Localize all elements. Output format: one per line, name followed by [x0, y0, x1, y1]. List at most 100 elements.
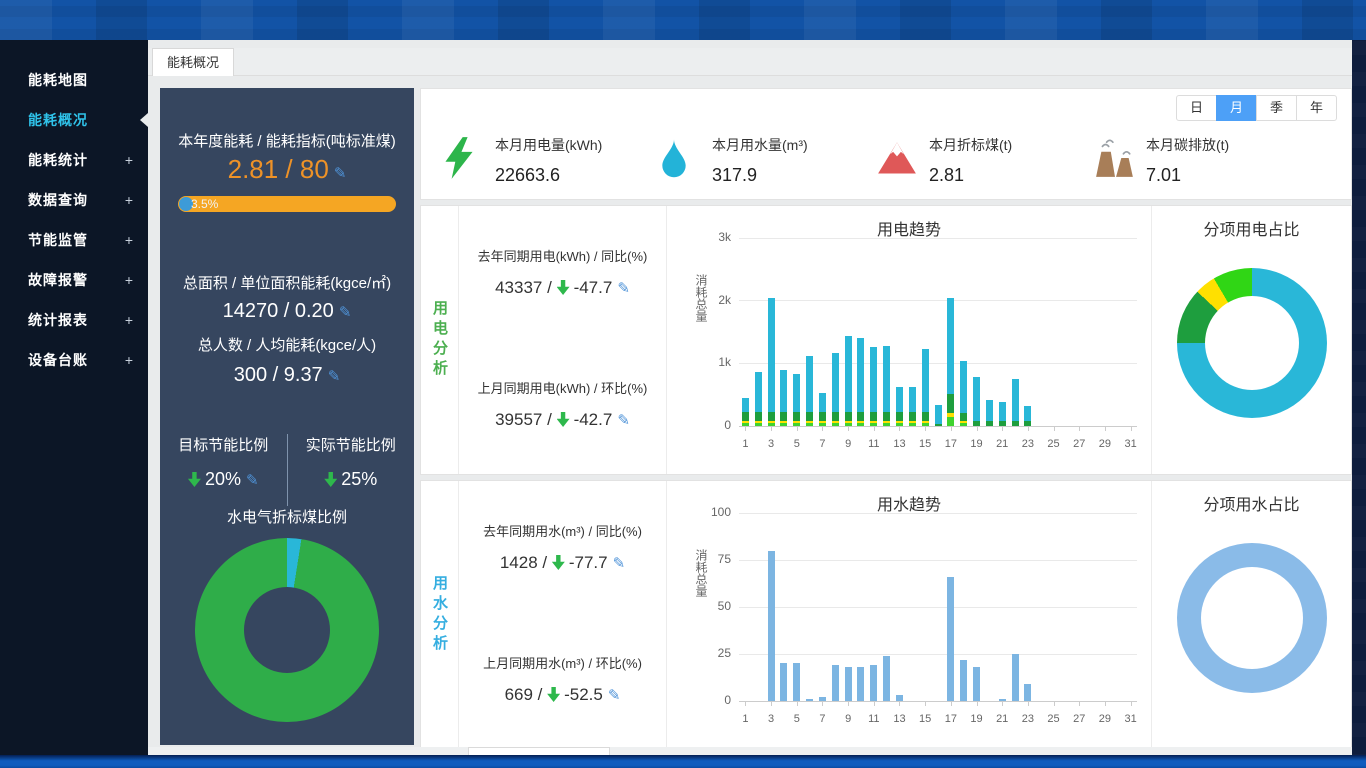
x-axis-tick: [822, 701, 823, 706]
sidebar-item-6[interactable]: 统计报表+: [0, 300, 148, 340]
bar-segment-lightgreen: [768, 423, 775, 426]
lightning-icon: [443, 131, 489, 185]
x-axis-tick-label: 9: [835, 438, 861, 450]
summary-stats-row: 本月用电量(kWh)22663.6本月用水量(m³)317.9本月折标煤(t)2…: [443, 131, 1311, 186]
actual-saving-number: 25%: [341, 469, 377, 489]
electricity-trend-chart: 用电趋势 消耗总量 01k2k3k13579111315171921232527…: [666, 206, 1151, 474]
x-axis-tick: [848, 701, 849, 706]
edit-icon[interactable]: ✎: [246, 472, 259, 489]
sidebar-item-1[interactable]: 能耗概况: [0, 100, 148, 140]
bar-segment-lightgreen: [793, 423, 800, 426]
sidebar-item-4[interactable]: 节能监管+: [0, 220, 148, 260]
edit-icon[interactable]: ✎: [328, 368, 341, 385]
period-button-1[interactable]: 月: [1216, 95, 1257, 121]
bar-segment-cyan: [819, 393, 826, 411]
edit-icon[interactable]: ✎: [608, 687, 621, 704]
top-header-band: [0, 0, 1366, 40]
expand-plus-icon[interactable]: +: [125, 140, 134, 180]
x-axis-tick: [1002, 426, 1003, 431]
y-axis-tick-label: 2k: [689, 293, 731, 307]
edit-icon[interactable]: ✎: [334, 165, 347, 182]
x-axis-tick: [1028, 426, 1029, 431]
period-button-0[interactable]: 日: [1176, 95, 1217, 121]
period-button-3[interactable]: 年: [1296, 95, 1337, 121]
edit-icon[interactable]: ✎: [339, 304, 352, 321]
bar-segment-lightgreen: [896, 423, 903, 426]
x-axis-tick-label: 29: [1092, 438, 1118, 450]
bar-segment-lightgreen: [947, 417, 954, 426]
x-axis-tick-label: 23: [1015, 438, 1041, 450]
water-stats: 去年同期用水(m³) / 同比(%) 1428 / -77.7✎ 上月同期用水(…: [459, 481, 666, 749]
electricity-donut-chart: [1177, 268, 1327, 418]
bar-water-usage: [806, 699, 813, 701]
edit-icon[interactable]: ✎: [617, 412, 630, 429]
target-saving-number: 20%: [205, 469, 241, 489]
sidebar-item-7[interactable]: 设备台账+: [0, 340, 148, 380]
expand-plus-icon[interactable]: +: [125, 340, 134, 380]
annual-progress-bar: 3.5%: [178, 196, 396, 212]
bar-segment-cyan: [857, 338, 864, 412]
expand-plus-icon[interactable]: +: [125, 180, 134, 220]
bar-segment-darkgreen: [947, 394, 954, 413]
x-axis-tick-label: 3: [758, 438, 784, 450]
target-saving-title: 目标节能比例: [160, 434, 287, 455]
mix-donut-title: 水电气折标煤比例: [160, 506, 414, 527]
electricity-mom-stat: 上月同期用电(kWh) / 环比(%) 39557 / -42.7✎: [459, 378, 666, 430]
bar-segment-cyan: [909, 387, 916, 412]
summary-stat-value: 7.01: [1146, 165, 1229, 186]
x-axis-tick: [771, 701, 772, 706]
donut-hole: [1201, 567, 1303, 669]
expand-plus-icon[interactable]: +: [125, 300, 134, 340]
bar-segment-cyan: [986, 400, 993, 421]
x-axis-tick-label: 5: [784, 713, 810, 725]
bar-segment-darkgreen: [999, 421, 1006, 426]
donut-hole: [1205, 296, 1299, 390]
x-axis-tick-label: 31: [1118, 438, 1144, 450]
expand-plus-icon[interactable]: +: [125, 260, 134, 300]
x-axis-tick-label: 19: [964, 713, 990, 725]
bar-segment-yellow: [755, 421, 762, 423]
y-axis-tick-label: 75: [689, 552, 731, 566]
water-drop-icon: [660, 131, 706, 185]
sidebar-item-5[interactable]: 故障报警+: [0, 260, 148, 300]
x-axis-tick-label: 21: [989, 713, 1015, 725]
x-axis-tick: [874, 701, 875, 706]
gridline: [739, 607, 1137, 608]
summary-stat-value: 2.81: [929, 165, 1012, 186]
electricity-yoy-number: 43337 /: [495, 278, 552, 297]
sidebar-item-3[interactable]: 数据查询+: [0, 180, 148, 220]
bar-water-usage: [780, 663, 787, 701]
expand-plus-icon[interactable]: +: [125, 220, 134, 260]
period-button-2[interactable]: 季: [1256, 95, 1297, 121]
x-axis-tick: [822, 426, 823, 431]
sidebar-item-0[interactable]: 能耗地图: [0, 60, 148, 100]
summary-stat-label: 本月折标煤(t): [929, 135, 1012, 155]
area-energy-title: 总面积 / 单位面积能耗(kgce/㎡): [160, 272, 414, 293]
x-axis-tick-label: 21: [989, 438, 1015, 450]
gridline: [739, 300, 1137, 301]
edit-icon[interactable]: ✎: [613, 555, 626, 572]
tab-energy-overview[interactable]: 能耗概况: [152, 48, 234, 76]
edit-icon[interactable]: ✎: [617, 280, 630, 297]
bar-segment-darkgreen: [909, 412, 916, 421]
x-axis-tick: [1054, 701, 1055, 706]
bar-segment-cyan: [870, 347, 877, 412]
bar-segment-cyan: [1012, 379, 1019, 421]
electricity-section-label: 用电分析: [421, 206, 459, 474]
bar-segment-yellow: [819, 421, 826, 423]
bar-segment-yellow: [870, 421, 877, 423]
screen: 能耗地图能耗概况能耗统计+数据查询+节能监管+故障报警+统计报表+设备台账+ 能…: [0, 0, 1366, 768]
x-axis-tick: [797, 701, 798, 706]
bar-water-usage: [832, 665, 839, 701]
bar-water-usage: [819, 697, 826, 701]
x-axis-tick-label: 1: [732, 438, 758, 450]
bar-segment-lightgreen: [845, 423, 852, 426]
electricity-section: 用电分析 去年同期用电(kWh) / 同比(%) 43337 / -47.7✎ …: [420, 205, 1352, 475]
bar-segment-yellow: [896, 421, 903, 423]
x-axis-tick: [745, 426, 746, 431]
x-axis-tick-label: 11: [861, 438, 887, 450]
x-axis-tick-label: 23: [1015, 713, 1041, 725]
target-saving: 目标节能比例 20% ✎: [160, 428, 287, 518]
y-axis-tick-label: 25: [689, 646, 731, 660]
sidebar-item-2[interactable]: 能耗统计+: [0, 140, 148, 180]
